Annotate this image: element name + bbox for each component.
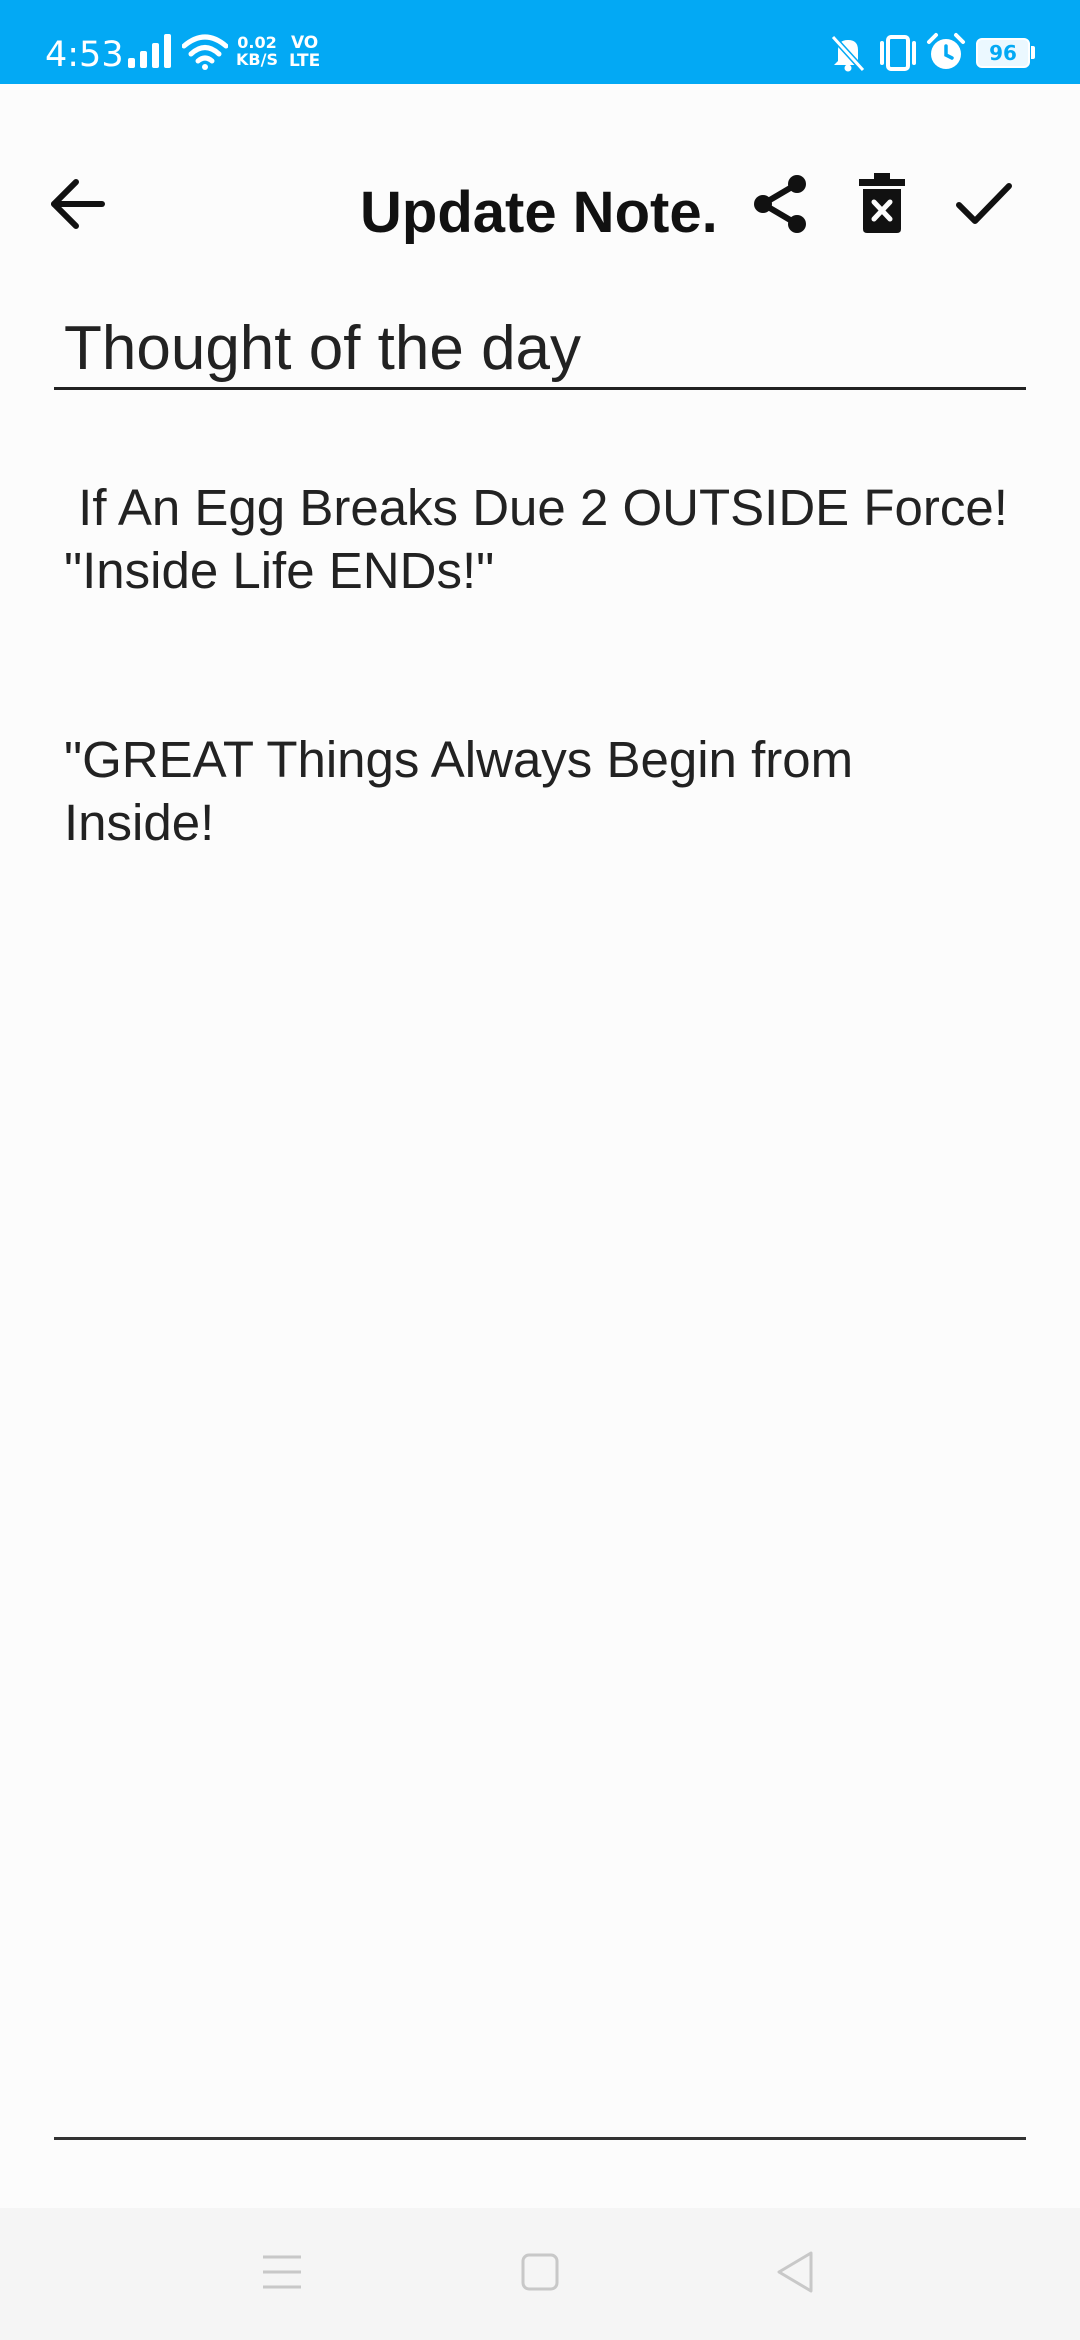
menu-icon — [261, 2254, 303, 2294]
screen: 4:53 0.02 KB/S VO LTE 96 Update Note. Th… — [0, 0, 1080, 2340]
delete-icon — [857, 173, 907, 239]
mute-icon — [830, 34, 866, 76]
back-button[interactable] — [38, 166, 118, 246]
volte-bottom: LTE — [289, 51, 321, 71]
note-title-input[interactable] — [54, 310, 1026, 390]
vibrate-icon — [876, 34, 920, 76]
navigation-bar — [0, 2208, 1080, 2340]
battery-nub — [1031, 46, 1035, 59]
network-speed-unit: KB/S — [236, 50, 278, 69]
nav-home-button[interactable] — [490, 2226, 590, 2322]
nav-menu-button[interactable] — [232, 2226, 332, 2322]
back-arrow-icon — [50, 179, 106, 233]
volte-top: VO — [290, 33, 319, 53]
network-speed-value: 0.02 — [237, 33, 277, 52]
home-icon — [520, 2252, 560, 2296]
share-icon — [749, 173, 811, 239]
battery-icon: 96 — [976, 38, 1030, 68]
share-button[interactable] — [740, 166, 820, 246]
check-icon — [955, 181, 1013, 231]
wifi-icon — [181, 34, 229, 74]
back-triangle-icon — [775, 2250, 815, 2298]
nav-back-button[interactable] — [745, 2226, 845, 2322]
note-body-input[interactable]: If An Egg Breaks Due 2 OUTSIDE Force! "I… — [54, 476, 1026, 2136]
alarm-icon — [926, 32, 966, 76]
volte-indicator: VO LTE — [289, 34, 320, 70]
delete-button[interactable] — [842, 166, 922, 246]
battery-level: 96 — [989, 41, 1017, 65]
save-button[interactable] — [944, 166, 1024, 246]
status-time: 4:53 — [45, 35, 124, 75]
status-bar: 4:53 0.02 KB/S VO LTE 96 — [0, 0, 1080, 84]
note-body-underline — [54, 2137, 1026, 2140]
page-title: Update Note. — [360, 180, 718, 245]
network-speed: 0.02 KB/S — [236, 34, 278, 68]
signal-icon — [128, 34, 174, 72]
